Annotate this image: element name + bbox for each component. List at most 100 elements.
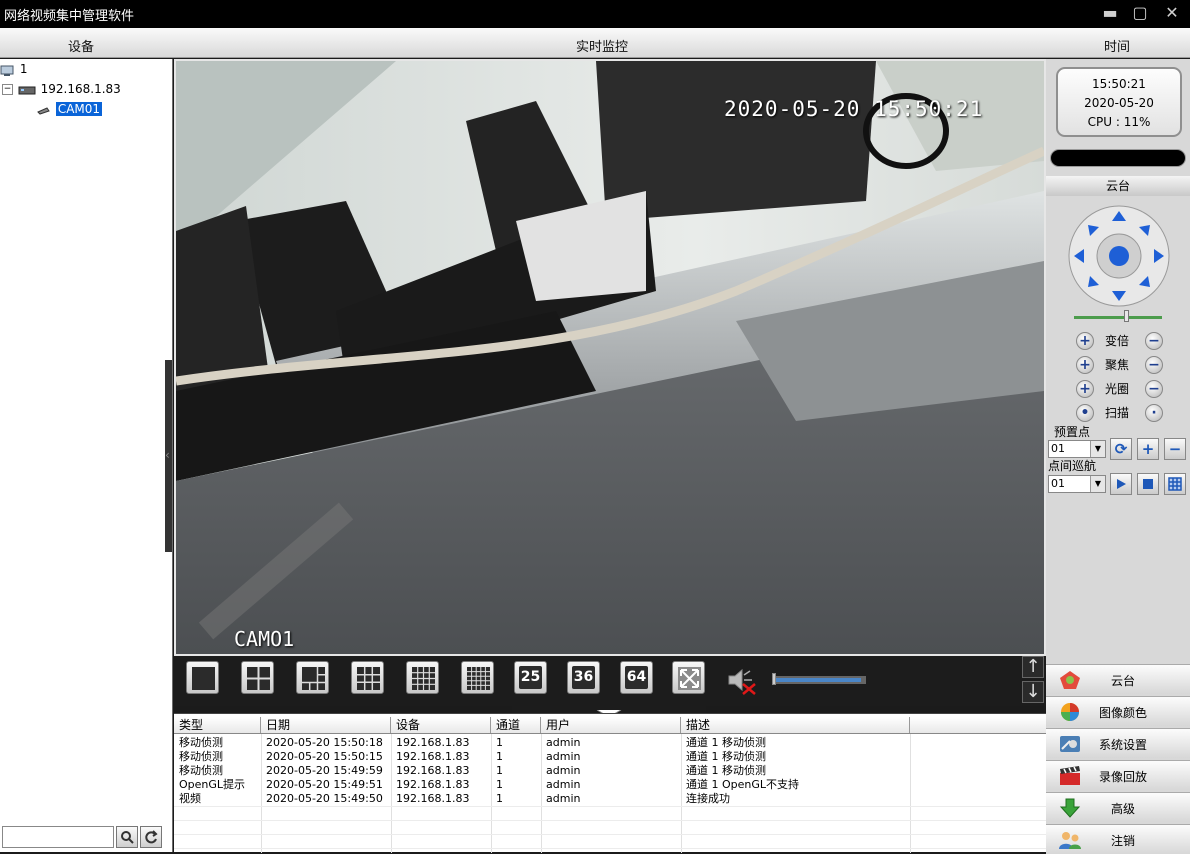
focus-far-button[interactable]: − <box>1145 356 1163 374</box>
log-cell-description: 通道 1 移动侦测 <box>686 736 766 749</box>
tree-device-node[interactable]: − 192.168.1.83 <box>2 80 121 98</box>
menu-image-color-label: 图像颜色 <box>1098 706 1147 720</box>
fullscreen-icon <box>678 667 701 690</box>
grid-icon <box>1168 477 1182 491</box>
tree-device-label: 192.168.1.83 <box>40 82 121 96</box>
ptz-speed-slider[interactable] <box>1074 310 1162 322</box>
dropdown-arrow-icon: ▼ <box>1090 476 1105 492</box>
menu-playback-label: 录像回放 <box>1098 770 1147 784</box>
zoom-in-button[interactable]: + <box>1076 332 1094 350</box>
log-cell-description: 通道 1 移动侦测 <box>686 750 766 763</box>
mute-button[interactable] <box>726 666 758 696</box>
iris-open-button[interactable]: + <box>1076 380 1094 398</box>
clock-display: 15:50:21 2020-05-20 CPU : 11% <box>1056 67 1182 137</box>
panel-collapse-icon[interactable]: ‹ <box>165 446 173 464</box>
cruise-grid-button[interactable] <box>1164 473 1186 495</box>
layout-16-button[interactable] <box>406 661 439 694</box>
log-cell-channel: 1 <box>496 778 503 791</box>
menu-advanced-label: 高级 <box>1110 802 1135 816</box>
log-cell-type: 移动侦测 <box>179 750 223 763</box>
collapse-toggle-icon[interactable]: − <box>2 84 13 95</box>
layout-single-icon <box>192 667 215 690</box>
column-header-empty <box>910 717 1046 733</box>
menu-image-color-button[interactable]: 图像颜色 <box>1046 696 1190 726</box>
log-splitter[interactable] <box>512 706 706 718</box>
maximize-button[interactable]: ▢ <box>1128 3 1152 23</box>
camera-icon <box>37 106 50 115</box>
volume-knob[interactable] <box>772 673 776 685</box>
ptz-direction-pad[interactable] <box>1068 205 1170 307</box>
preset-label: 预置点 <box>1054 425 1091 439</box>
scan-start-button[interactable]: • <box>1076 404 1094 422</box>
camera-feed-image <box>176 61 1044 654</box>
menu-advanced-button[interactable]: 高级 <box>1046 792 1190 822</box>
log-cell-date: 2020-05-20 15:49:51 <box>266 778 383 791</box>
column-header-device[interactable]: 设备 <box>391 717 491 733</box>
column-header-description[interactable]: 描述 <box>681 717 910 733</box>
cruise-stop-button[interactable] <box>1137 473 1159 495</box>
volume-slider[interactable] <box>772 673 866 685</box>
ptz-center-button[interactable] <box>1109 246 1129 266</box>
tree-root-node[interactable]: 1 <box>0 60 27 78</box>
device-tree-panel: 1 − 192.168.1.83 CAM01 <box>0 59 173 852</box>
event-log-table: 类型 日期 设备 通道 用户 描述 移动侦测 2020-05-20 15:50:1… <box>174 713 1046 853</box>
ptz-icon <box>1060 671 1080 689</box>
column-header-user[interactable]: 用户 <box>541 717 681 733</box>
close-button[interactable]: ✕ <box>1160 3 1184 23</box>
log-cell-channel: 1 <box>496 792 503 805</box>
column-header-channel[interactable]: 通道 <box>491 717 541 733</box>
menu-logout-button[interactable]: 注销 <box>1046 824 1190 854</box>
preset-remove-button[interactable]: − <box>1164 438 1186 460</box>
preset-add-button[interactable]: + <box>1137 438 1159 460</box>
scan-stop-button[interactable]: · <box>1145 404 1163 422</box>
column-header-date[interactable]: 日期 <box>261 717 391 733</box>
layout-multi-button[interactable] <box>461 661 494 694</box>
menu-ptz-label: 云台 <box>1110 674 1135 688</box>
dvr-device-icon <box>18 86 36 94</box>
preset-value: 01 <box>1051 442 1065 455</box>
layout-9-button[interactable] <box>351 661 384 694</box>
fullscreen-button[interactable] <box>672 661 705 694</box>
layout-toolbar: 25 36 64 <box>174 656 1046 706</box>
log-cell-type: 移动侦测 <box>179 764 223 777</box>
log-cell-type: 视频 <box>179 792 201 805</box>
layout-quad-icon <box>247 667 270 690</box>
status-bar <box>1050 149 1186 167</box>
minimize-button[interactable]: ▬ <box>1098 3 1122 23</box>
menu-system-settings-button[interactable]: 系统设置 <box>1046 728 1190 758</box>
focus-near-button[interactable]: + <box>1076 356 1094 374</box>
osd-camera-name: CAMO1 <box>234 627 295 651</box>
layout-64-button[interactable]: 64 <box>620 661 653 694</box>
column-header-type[interactable]: 类型 <box>174 717 261 733</box>
scroll-down-button[interactable]: ↓ <box>1022 681 1044 703</box>
layout-1-button[interactable] <box>186 661 219 694</box>
layout-36-button[interactable]: 36 <box>567 661 600 694</box>
zoom-out-button[interactable]: − <box>1145 332 1163 350</box>
search-button[interactable] <box>116 826 138 848</box>
device-search-input[interactable] <box>2 826 114 848</box>
cruise-select[interactable]: 01 ▼ <box>1048 475 1106 493</box>
menu-ptz-button[interactable]: 云台 <box>1046 664 1190 694</box>
osd-timestamp: 2020-05-20 15:50:21 <box>724 97 984 121</box>
clock-time: 15:50:21 <box>1092 77 1146 91</box>
log-cell-user: admin <box>546 736 581 749</box>
refresh-button[interactable] <box>140 826 162 848</box>
layout-6-button[interactable] <box>296 661 329 694</box>
menu-logout-label: 注销 <box>1110 834 1135 848</box>
ptz-title: 云台 <box>1046 176 1190 196</box>
group-icon <box>0 65 14 76</box>
menu-playback-button[interactable]: 录像回放 <box>1046 760 1190 790</box>
ptz-speed-knob[interactable] <box>1124 310 1129 322</box>
color-palette-icon <box>1061 703 1079 721</box>
scroll-up-button[interactable]: ↑ <box>1022 656 1044 678</box>
tree-camera-node[interactable]: CAM01 <box>36 100 103 118</box>
layout-25-button[interactable]: 25 <box>514 661 547 694</box>
log-cell-description: 连接成功 <box>686 792 730 805</box>
video-window[interactable]: 2020-05-20 15:50:21 CAMO1 <box>174 59 1046 656</box>
cruise-value: 01 <box>1051 477 1065 490</box>
cruise-play-button[interactable] <box>1110 473 1132 495</box>
layout-4-button[interactable] <box>241 661 274 694</box>
iris-close-button[interactable]: − <box>1145 380 1163 398</box>
preset-select[interactable]: 01 ▼ <box>1048 440 1106 458</box>
preset-call-button[interactable]: ⟳ <box>1110 438 1132 460</box>
